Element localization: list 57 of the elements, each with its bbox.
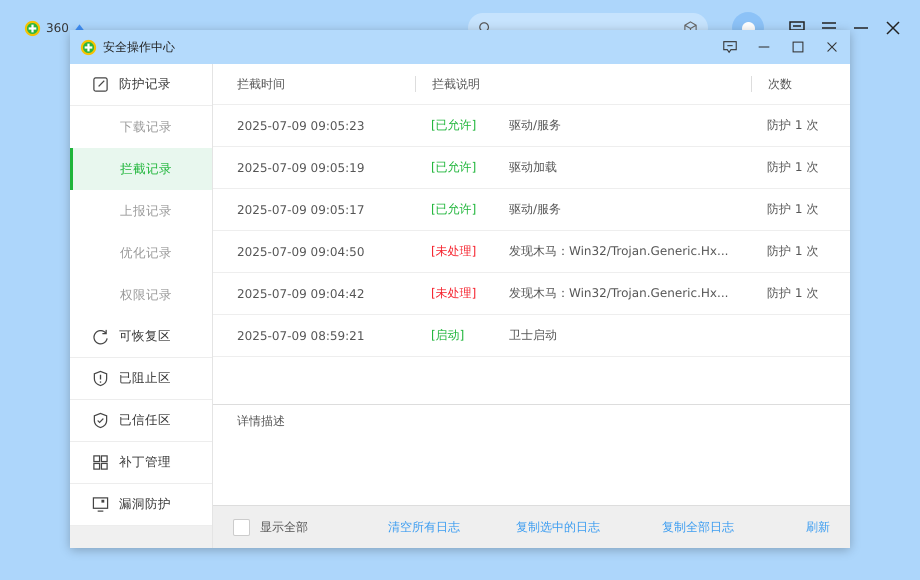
link[interactable]: 刷新 [806, 518, 830, 536]
sidebar-item[interactable]: 拦截记录 [70, 148, 212, 190]
link[interactable]: 复制全部日志 [662, 518, 734, 536]
sidebar-item[interactable]: 漏洞防护 [70, 484, 212, 526]
table-cell: 发现木马：Win32/Trojan.Generic.Hx... [509, 244, 728, 258]
column-header: 拦截时间 [237, 76, 285, 90]
table-cell: 防护 1 次 [767, 202, 818, 216]
status-label: [未处理] [431, 244, 476, 258]
status-label: [未处理] [431, 286, 476, 300]
table-cell: 防护 1 次 [767, 244, 818, 258]
app-title: 360 [46, 21, 69, 35]
sidebar-item[interactable]: 权限记录 [70, 274, 212, 316]
table-cell: 驱动加载 [509, 160, 557, 174]
section-label: 详情描述 [237, 414, 285, 428]
column-header: 拦截说明 [432, 76, 480, 92]
edit-icon [92, 76, 109, 93]
sidebar-item[interactable]: 补丁管理 [70, 442, 212, 484]
table-cell: 2025-07-09 09:04:42 [237, 286, 364, 300]
window-title: 安全操作中心 [103, 38, 175, 56]
table-cell: 驱动/服务 [509, 202, 562, 216]
sidebar-item[interactable]: 下载记录 [70, 106, 212, 148]
shield-check-icon [92, 412, 109, 429]
table-cell: 2025-07-09 09:04:50 [237, 244, 364, 258]
table-cell: 防护 1 次 [767, 118, 818, 132]
status-label: [已允许] [431, 160, 476, 174]
table-cell: 驱动/服务 [509, 118, 562, 132]
table-cell: 2025-07-09 09:05:19 [237, 160, 364, 174]
table-cell: 防护 1 次 [767, 286, 818, 300]
table-cell: 2025-07-09 08:59:21 [237, 328, 364, 342]
table-cell: 2025-07-09 09:05:23 [237, 118, 364, 132]
table-cell: 卫士启动 [509, 328, 557, 342]
feedback-icon[interactable] [722, 39, 738, 55]
status-label: [启动] [431, 328, 464, 342]
checkbox[interactable] [233, 518, 250, 536]
sidebar-item[interactable]: 防护记录 [70, 64, 212, 106]
column-header: 次数 [768, 76, 792, 92]
sidebar-item[interactable]: 已信任区 [70, 400, 212, 442]
status-label: [已允许] [431, 202, 476, 216]
grid-icon [92, 454, 109, 471]
table-cell: 2025-07-09 09:05:17 [237, 202, 364, 216]
logo-icon [24, 20, 41, 36]
table-cell: 发现木马：Win32/Trojan.Generic.Hx... [509, 286, 728, 300]
shield-alert-icon [92, 370, 109, 387]
maximize-icon[interactable] [790, 39, 806, 55]
link[interactable]: 清空所有日志 [388, 518, 460, 536]
sidebar-item[interactable]: 已阻止区 [70, 358, 212, 400]
sidebar-item[interactable]: 优化记录 [70, 232, 212, 274]
close-icon[interactable] [884, 19, 902, 37]
checkbox-label: 显示全部 [260, 518, 308, 536]
refresh-icon [92, 328, 109, 345]
table-cell: 防护 1 次 [767, 160, 818, 174]
sidebar-item[interactable]: 可恢复区 [70, 316, 212, 358]
logo-icon [80, 38, 97, 56]
status-label: [已允许] [431, 118, 476, 132]
link[interactable]: 复制选中的日志 [516, 518, 600, 536]
sidebar-item[interactable]: 上报记录 [70, 190, 212, 232]
monitor-icon [92, 496, 109, 513]
